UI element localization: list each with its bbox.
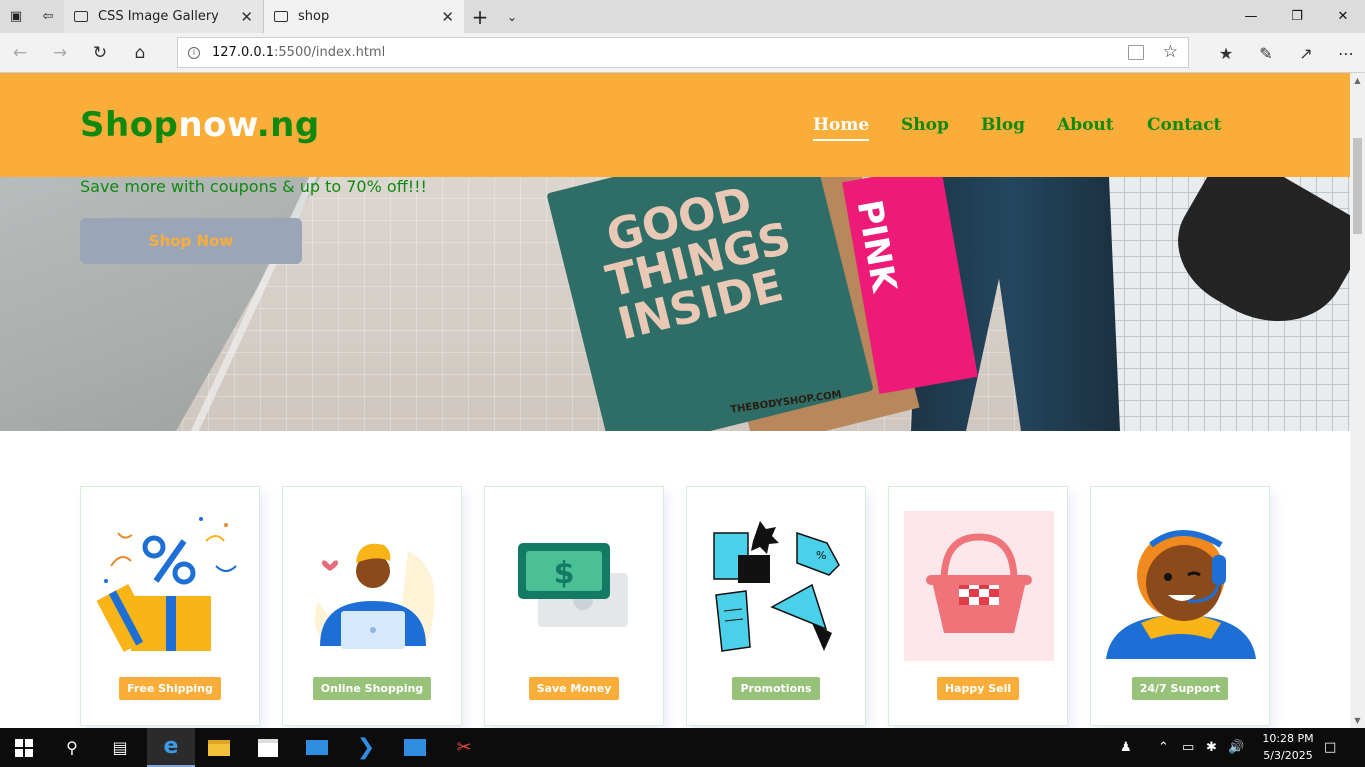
nav-shop[interactable]: Shop (901, 115, 949, 135)
close-icon[interactable]: ✕ (441, 8, 454, 26)
folder-glyph (208, 739, 230, 756)
page-icon (74, 11, 88, 22)
logo-part-3: .ng (256, 105, 320, 145)
forward-arrow-icon[interactable]: → (40, 33, 80, 73)
refresh-icon[interactable]: ↻ (80, 33, 120, 73)
scroll-down-icon[interactable]: ▼ (1350, 713, 1365, 728)
tab-css-image-gallery[interactable]: CSS Image Gallery ✕ (64, 0, 264, 33)
home-icon[interactable]: ⌂ (120, 33, 160, 73)
snipping-tool-icon[interactable]: ✂ (440, 728, 488, 767)
store-icon[interactable] (244, 728, 292, 767)
nav-contact[interactable]: Contact (1147, 115, 1221, 135)
edge-glyph: e (163, 734, 179, 759)
hero-tagline: Save more with coupons & up to 70% off!!… (80, 177, 427, 196)
new-tab-icon[interactable]: + (464, 0, 496, 33)
search-icon[interactable]: ⚲ (48, 728, 96, 767)
address-bar-row: ← → ↻ ⌂ i 127.0.0.1:5500/index.html ☆ ★ … (0, 33, 1365, 73)
scroll-up-icon[interactable]: ▲ (1350, 73, 1365, 88)
feature-card-promotions[interactable]: % Promotions (686, 486, 866, 726)
system-clock[interactable]: 10:28 PM 5/3/2025 (1258, 730, 1318, 764)
url-path: :5500/index.html (274, 45, 386, 60)
page-viewport: GOOD THINGS INSIDE PINK THEBODYSHOP.COM … (0, 73, 1350, 728)
page-icon (274, 11, 288, 22)
chevron-down-icon[interactable]: ⌄ (496, 0, 528, 33)
scissors-glyph: ✂ (456, 737, 472, 758)
restore-icon[interactable]: ❐ (1274, 0, 1320, 33)
star-icon[interactable]: ☆ (1163, 42, 1178, 62)
store-glyph (258, 738, 278, 757)
nav-about[interactable]: About (1057, 115, 1114, 135)
pen-icon[interactable]: ✎ (1246, 33, 1286, 73)
site-logo[interactable]: Shopnow.ng (80, 105, 320, 145)
feature-label: 24/7 Support (1131, 677, 1229, 700)
close-window-icon[interactable]: ✕ (1320, 0, 1365, 33)
video-glyph (404, 739, 426, 756)
chevron-up-icon[interactable]: ⌃ (1158, 728, 1169, 767)
svg-text:$: $ (554, 556, 575, 591)
back-arrow-icon[interactable]: ← (0, 33, 40, 73)
vscode-icon[interactable]: ❯ (342, 728, 390, 767)
feature-label: Promotions (732, 677, 820, 700)
notifications-icon[interactable]: □ (1324, 728, 1336, 767)
close-icon[interactable]: ✕ (240, 8, 253, 26)
clock-date: 5/3/2025 (1263, 749, 1313, 762)
nav-blog[interactable]: Blog (981, 115, 1025, 135)
windows-logo-icon (15, 738, 33, 757)
site-header: Shopnow.ng Home Shop Blog About Contact (0, 73, 1350, 177)
feature-card-support[interactable]: 24/7 Support (1090, 486, 1270, 726)
scrollbar-thumb[interactable] (1353, 138, 1362, 234)
feature-label: Save Money (528, 677, 620, 700)
tab-label: CSS Image Gallery (98, 9, 219, 24)
basket-icon (904, 511, 1054, 661)
task-view-icon[interactable]: ▤ (96, 728, 144, 767)
share-icon[interactable]: ↗ (1286, 33, 1326, 73)
info-icon[interactable]: i (188, 46, 200, 59)
tab-shop[interactable]: shop ✕ (264, 0, 464, 33)
windows-taskbar: ⚲ ▤ e ❯ ✂ ♟ ⌃ ▭ ✱ 🔊 10:28 PM 5/3/2025 □ (0, 728, 1365, 767)
url-host: 127.0.0.1 (212, 45, 275, 60)
file-explorer-icon[interactable] (195, 728, 243, 767)
nav-home[interactable]: Home (813, 115, 870, 141)
people-icon[interactable]: ♟ (1120, 728, 1132, 767)
hero-banner: GOOD THINGS INSIDE PINK THEBODYSHOP.COM (0, 177, 1350, 431)
logo-part-2: now (178, 105, 257, 145)
promotion-icon: % (713, 521, 840, 652)
minimize-icon[interactable]: — (1228, 0, 1274, 33)
start-windows-icon[interactable] (0, 728, 48, 767)
gift-box-icon (96, 517, 237, 653)
cash-icon: $ (518, 543, 628, 627)
wifi-icon[interactable]: ✱ (1206, 728, 1217, 767)
feature-card-online-shopping[interactable]: Online Shopping (282, 486, 462, 726)
url-input[interactable]: i 127.0.0.1:5500/index.html ☆ (177, 37, 1189, 68)
feature-card-save-money[interactable]: $ Save Money (484, 486, 664, 726)
vertical-scrollbar[interactable]: ▲ ▼ (1350, 73, 1365, 728)
vscode-glyph: ❯ (356, 735, 376, 760)
volume-icon[interactable]: 🔊 (1228, 728, 1244, 767)
favorites-icon[interactable]: ★ (1206, 33, 1246, 73)
feature-card-happy-sell[interactable]: Happy Sell (888, 486, 1068, 726)
feature-label: Online Shopping (312, 677, 432, 700)
support-agent-icon (1106, 530, 1256, 659)
feature-card-free-shipping[interactable]: Free Shipping (80, 486, 260, 726)
more-icon[interactable]: ⋯ (1326, 33, 1365, 73)
feature-label: Free Shipping (119, 677, 221, 700)
mail-icon[interactable] (293, 728, 341, 767)
reading-view-icon[interactable] (1128, 45, 1144, 60)
video-editor-icon[interactable] (391, 728, 439, 767)
set-tabs-aside-icon[interactable]: ⇦ (32, 0, 64, 33)
mail-glyph (306, 740, 328, 755)
feature-label: Happy Sell (936, 677, 1020, 700)
battery-icon[interactable]: ▭ (1182, 728, 1194, 767)
browser-tab-bar: ▣ ⇦ CSS Image Gallery ✕ shop ✕ + ⌄ — ❐ ✕ (0, 0, 1365, 33)
clock-time: 10:28 PM (1262, 732, 1314, 745)
svg-text:%: % (816, 549, 826, 562)
logo-part-1: Shop (80, 105, 179, 145)
shop-now-button[interactable]: Shop Now (80, 218, 302, 264)
tab-actions-icon[interactable]: ▣ (0, 0, 32, 33)
tab-label: shop (298, 9, 330, 24)
edge-browser-icon[interactable]: e (147, 728, 195, 767)
person-laptop-icon (314, 543, 435, 649)
